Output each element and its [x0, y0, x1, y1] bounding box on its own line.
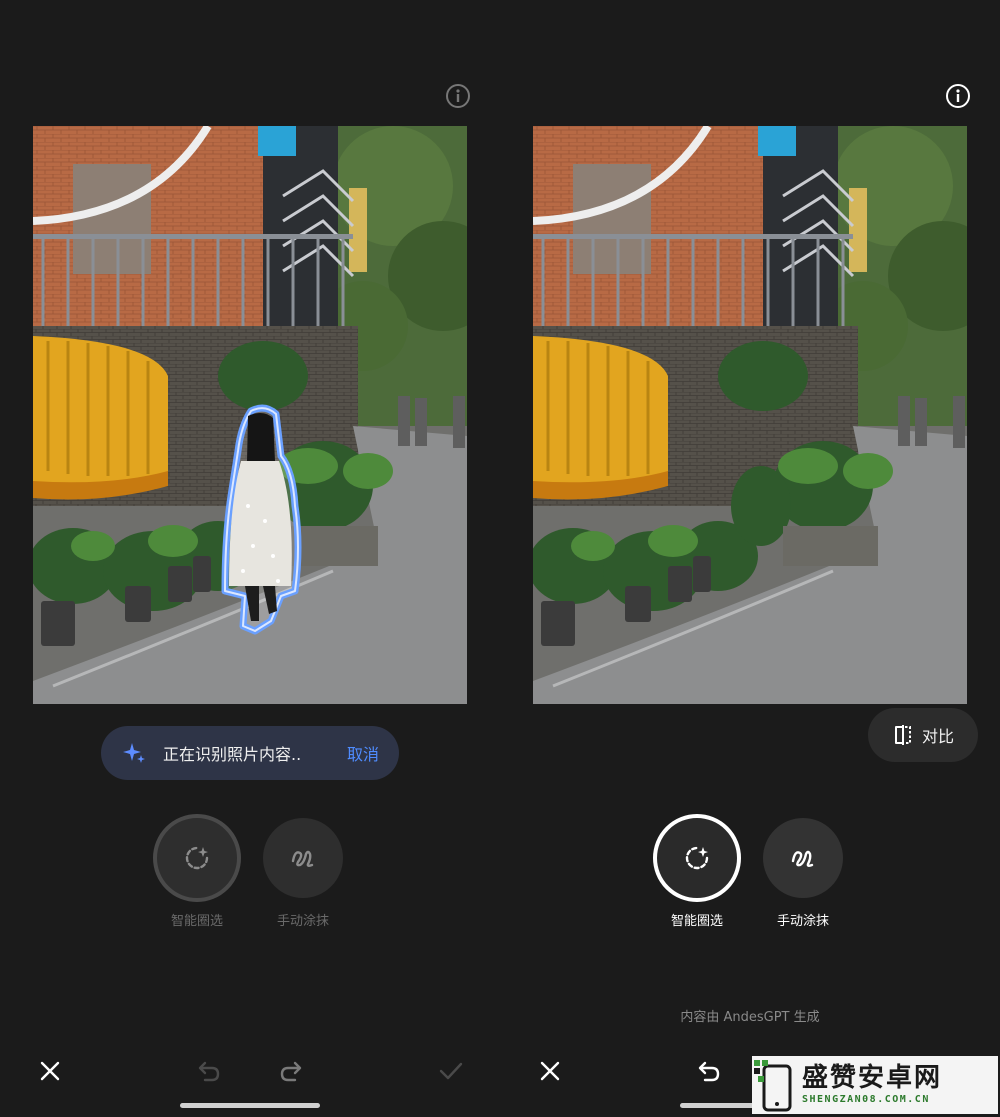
manual-brush-label: 手动涂抹: [776, 914, 829, 929]
smart-select-icon: [685, 846, 709, 870]
redo-icon[interactable]: [277, 1056, 307, 1086]
home-indicator[interactable]: [180, 1103, 320, 1108]
smart-select-tool[interactable]: 智能圈选: [142, 814, 252, 929]
site-watermark: 盛赞安卓网 SHENGZAN08.COM.CN: [752, 1056, 998, 1114]
smart-select-label: 智能圈选: [170, 914, 223, 929]
info-icon[interactable]: [945, 83, 971, 109]
photo-canvas[interactable]: [533, 126, 967, 704]
undo-icon[interactable]: [693, 1056, 723, 1086]
watermark-subtitle: SHENGZAN08.COM.CN: [802, 1094, 930, 1105]
smart-select-label: 智能圈选: [670, 914, 723, 929]
street-photo-with-person: [33, 126, 467, 704]
recognition-toast: 正在识别照片内容.. 取消: [101, 726, 399, 780]
phone-logo-icon: [752, 1056, 798, 1114]
checkmark-icon[interactable]: [436, 1056, 466, 1086]
smart-select-tool[interactable]: 智能圈选: [642, 814, 752, 929]
smart-select-icon: [185, 846, 209, 870]
editor-panel-before: 正在识别照片内容.. 取消 智能圈选 手动涂抹: [0, 0, 500, 1117]
close-icon[interactable]: [35, 1056, 65, 1086]
compare-icon: [894, 725, 911, 745]
brush-icon: [791, 850, 814, 867]
manual-brush-tool[interactable]: 手动涂抹: [248, 818, 358, 929]
toast-message: 正在识别照片内容..: [163, 745, 302, 764]
compare-button[interactable]: 对比: [868, 708, 978, 762]
smart-select-button[interactable]: [153, 814, 241, 902]
ai-disclaimer: 内容由 AndesGPT 生成: [680, 1010, 820, 1025]
brush-icon: [291, 850, 314, 867]
smart-select-button[interactable]: [653, 814, 741, 902]
manual-brush-button[interactable]: [763, 818, 843, 898]
undo-icon[interactable]: [193, 1056, 223, 1086]
manual-brush-tool[interactable]: 手动涂抹: [748, 818, 858, 929]
sparkle-icon: [121, 740, 147, 766]
watermark-title: 盛赞安卓网: [802, 1063, 943, 1093]
close-icon[interactable]: [535, 1056, 565, 1086]
manual-brush-button[interactable]: [263, 818, 343, 898]
editor-panel-after: 对比 智能圈选 手动涂抹 内容由 AndesGPT 生成: [500, 0, 1000, 1117]
cancel-button[interactable]: 取消: [347, 741, 379, 765]
compare-label: 对比: [921, 727, 954, 746]
manual-brush-label: 手动涂抹: [276, 914, 329, 929]
street-photo-person-removed: [533, 126, 967, 704]
info-icon[interactable]: [445, 83, 471, 109]
photo-canvas[interactable]: [33, 126, 467, 704]
